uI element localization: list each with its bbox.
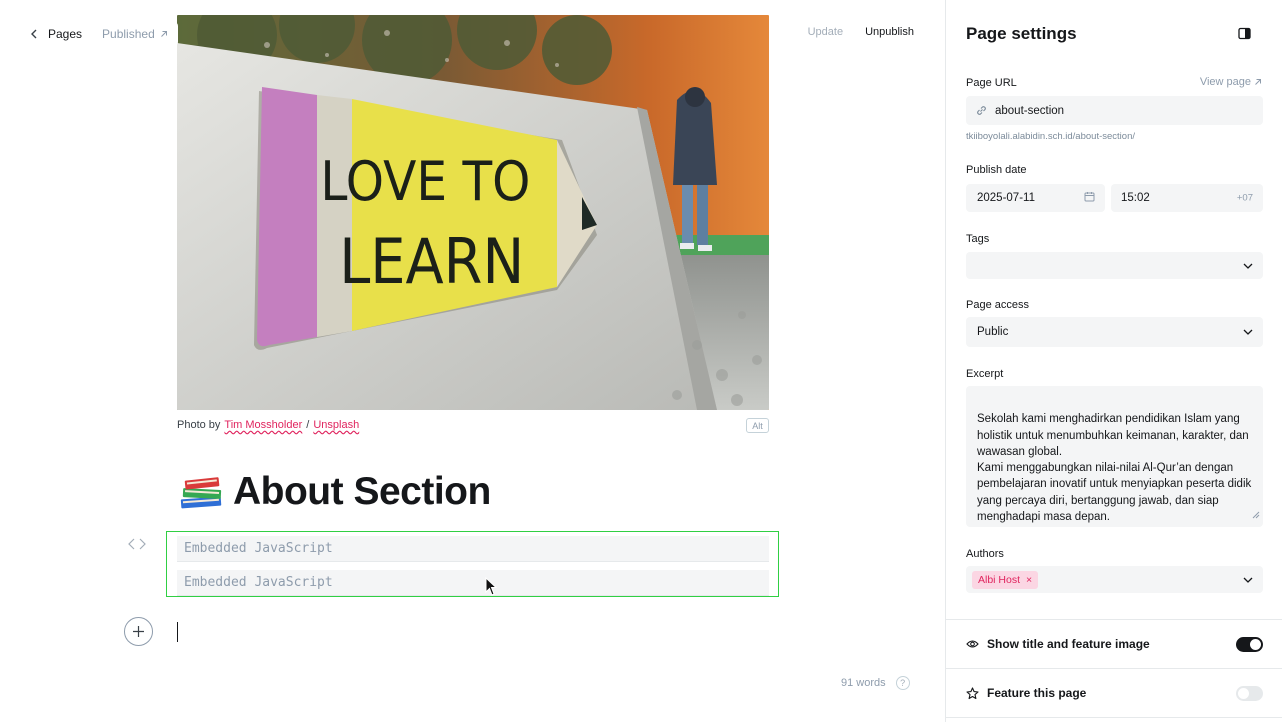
feature-image[interactable]: LOVE TO LEARN <box>177 15 769 410</box>
author-chip[interactable]: Albi Host × <box>972 570 1039 589</box>
toggle-knob <box>1238 687 1249 699</box>
calendar-icon[interactable] <box>1084 191 1095 205</box>
divider <box>946 619 1282 620</box>
excerpt-textarea[interactable]: Sekolah kami menghadirkan pendidikan Isl… <box>966 386 1263 527</box>
tags-label: Tags <box>966 233 990 245</box>
word-count-text: 91 words <box>841 677 886 689</box>
caption-source-link[interactable]: Unsplash <box>313 419 359 431</box>
feature-page-toggle[interactable] <box>1236 685 1263 701</box>
show-title-row[interactable]: Show title and feature image <box>966 634 1263 654</box>
show-title-toggle[interactable] <box>1236 636 1263 652</box>
add-card-button[interactable] <box>124 617 153 646</box>
pages-link[interactable]: Pages <box>48 27 82 41</box>
settings-title: Page settings <box>966 24 1077 43</box>
eye-icon <box>966 640 979 648</box>
sidebar-toggle-icon[interactable] <box>1238 27 1251 45</box>
timezone-label: +07 <box>1236 192 1253 204</box>
page-access-value: Public <box>977 326 1009 338</box>
word-count: 91 words ? <box>841 676 910 690</box>
page-access-select[interactable]: Public <box>966 317 1263 347</box>
view-page-link[interactable]: View page <box>1200 76 1262 88</box>
publish-date-label: Publish date <box>966 164 1027 176</box>
publish-date-input[interactable]: 2025-07-11 <box>966 184 1105 212</box>
publish-time-input[interactable]: 15:02 +07 <box>1111 184 1263 212</box>
editor-actions: Update Unpublish <box>808 26 914 38</box>
embedded-js-block[interactable]: Embedded JavaScript <box>177 536 769 562</box>
authors-select[interactable]: Albi Host × <box>966 566 1263 593</box>
chevron-down-icon <box>1243 260 1253 272</box>
status-published[interactable]: Published <box>102 27 168 41</box>
page-title[interactable]: About Section <box>177 468 491 516</box>
code-brackets-icon[interactable] <box>128 537 146 556</box>
chevron-down-icon <box>1243 574 1253 586</box>
page-url-value: about-section <box>995 104 1065 117</box>
link-icon <box>977 106 986 115</box>
chevron-down-icon <box>1243 326 1253 338</box>
excerpt-label: Excerpt <box>966 368 1004 380</box>
page-url-full: tkiiboyolali.alabidin.sch.id/about-secti… <box>966 131 1135 142</box>
image-caption[interactable]: Photo by Tim Mossholder / Unsplash <box>177 419 359 431</box>
caption-separator: / <box>306 419 310 431</box>
books-icon <box>177 468 225 516</box>
date-value: 2025-07-11 <box>977 192 1035 204</box>
alt-text-button[interactable]: Alt <box>746 418 769 433</box>
editor-area: Pages Published Update Unpublish LOVE TO… <box>0 0 945 722</box>
time-value: 15:02 <box>1121 192 1150 204</box>
page-settings-panel: Page settings Page URL View page about-s… <box>945 0 1282 722</box>
status-label: Published <box>102 27 155 41</box>
external-arrow-icon <box>160 31 167 37</box>
embedded-js-block[interactable]: Embedded JavaScript <box>177 570 769 596</box>
remove-author-icon[interactable]: × <box>1026 574 1032 586</box>
show-title-label: Show title and feature image <box>987 637 1150 651</box>
plus-icon <box>133 626 144 637</box>
page-url-label: Page URL <box>966 77 1017 89</box>
page-title-text[interactable]: About Section <box>233 470 491 514</box>
page-url-input[interactable]: about-section <box>966 96 1263 125</box>
toggle-knob <box>1250 638 1261 650</box>
tags-select[interactable] <box>966 252 1263 279</box>
excerpt-text: Sekolah kami menghadirkan pendidikan Isl… <box>977 413 1252 524</box>
mouse-pointer-icon <box>485 576 498 602</box>
chevron-left-icon[interactable] <box>26 23 42 45</box>
caption-prefix: Photo by <box>177 419 221 431</box>
text-cursor <box>177 622 178 642</box>
feature-page-row[interactable]: Feature this page <box>966 683 1263 703</box>
unpublish-button[interactable]: Unpublish <box>865 26 914 38</box>
resize-handle-icon[interactable] <box>1251 491 1260 524</box>
update-button[interactable]: Update <box>808 26 843 38</box>
authors-label: Authors <box>966 548 1004 560</box>
external-arrow-icon <box>1255 79 1261 85</box>
divider <box>946 717 1282 718</box>
star-icon <box>966 686 979 699</box>
page-access-label: Page access <box>966 299 1029 311</box>
feature-page-label: Feature this page <box>987 686 1087 700</box>
editor-breadcrumb: Pages Published <box>26 22 178 46</box>
embed-card-group[interactable]: Embedded JavaScript Embedded JavaScript <box>166 531 779 597</box>
sign-line2: LEARN <box>339 225 524 298</box>
help-icon[interactable]: ? <box>895 676 910 690</box>
sign-line1: LOVE TO <box>320 151 530 214</box>
view-page-text: View page <box>1199 76 1251 88</box>
author-name: Albi Host <box>978 573 1021 586</box>
caption-author-link[interactable]: Tim Mossholder <box>224 419 302 431</box>
divider <box>946 668 1282 669</box>
